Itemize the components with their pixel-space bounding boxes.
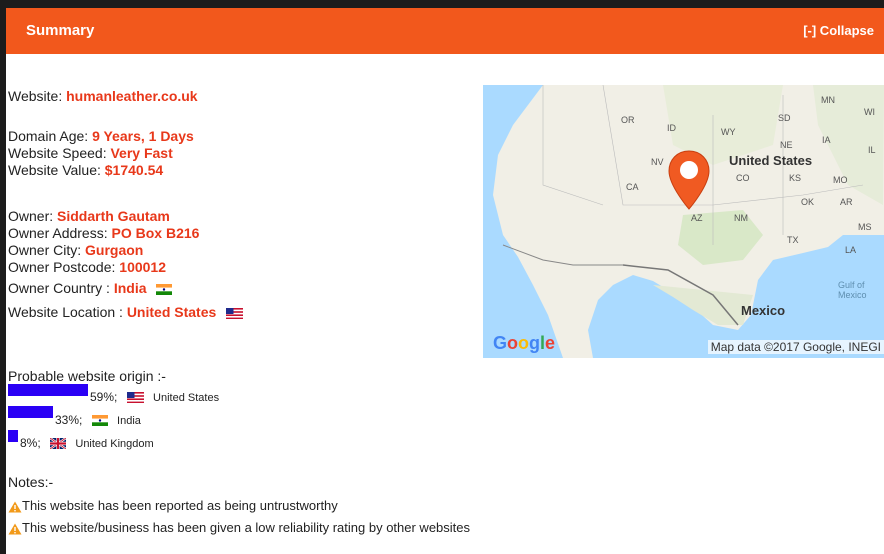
origin-percent: 8%; <box>20 436 41 450</box>
owner-row: Owner: Siddarth Gautam <box>8 208 170 225</box>
origin-country: United Kingdom <box>75 438 154 450</box>
website-location-value: United States <box>126 304 217 320</box>
warning-icon <box>8 501 22 513</box>
origin-bar-us <box>8 384 88 396</box>
postcode-row: Owner Postcode: 100012 <box>8 259 166 276</box>
owner-city-label: Owner City: <box>8 242 82 258</box>
origin-item-in: 33%; India <box>55 413 141 427</box>
owner-postcode-value: 100012 <box>119 259 166 275</box>
speed-value: Very Fast <box>110 145 173 161</box>
map-label: AZ <box>691 213 703 223</box>
map-label: TX <box>787 235 799 245</box>
map-label: WY <box>721 127 736 137</box>
map-attribution[interactable]: Map data ©2017 Google, INEGI <box>707 340 884 354</box>
map-label: MS <box>858 222 872 232</box>
website-value-label: Website Value: <box>8 162 101 178</box>
map-label: NE <box>780 140 793 150</box>
map-label: LA <box>845 245 857 255</box>
origin-country: India <box>117 415 141 427</box>
owner-address-label: Owner Address: <box>8 225 108 241</box>
map-label: MO <box>833 175 848 185</box>
collapse-button[interactable]: [-] Collapse <box>803 23 874 38</box>
value-row: Website Value: $1740.54 <box>8 162 163 179</box>
website-row: Website: humanleather.co.uk <box>8 88 198 105</box>
map-label: WI <box>864 107 875 117</box>
notes-heading: Notes:- <box>8 474 54 490</box>
map-label: NM <box>734 213 748 223</box>
country-row: Owner Country : India <box>8 280 173 297</box>
summary-header: Summary [-] Collapse <box>6 8 884 54</box>
map-label: IA <box>822 135 831 145</box>
note-item: This website/business has been given a l… <box>8 520 470 535</box>
owner-city-value: Gurgaon <box>85 242 144 258</box>
city-row: Owner City: Gurgaon <box>8 242 143 259</box>
owner-country-label: Owner Country : <box>8 280 110 296</box>
website-value-amount: $1740.54 <box>104 162 164 178</box>
map-label: SD <box>778 113 791 123</box>
map-water-label: Gulf of Mexico <box>838 280 867 300</box>
owner-address-value: PO Box B216 <box>111 225 200 241</box>
website-value[interactable]: humanleather.co.uk <box>66 88 197 104</box>
owner-label: Owner: <box>8 208 54 224</box>
map-country-label: United States <box>729 153 813 168</box>
summary-panel: Summary [-] Collapse Website: humanleath… <box>6 8 884 554</box>
location-map[interactable]: OR ID WY SD MN WI NE IA IL NV UT CO KS M… <box>483 85 884 358</box>
warning-icon <box>8 523 22 535</box>
origin-item-us: 59%; United States <box>90 390 219 404</box>
note-text: This website has been reported as being … <box>22 498 338 513</box>
origin-heading: Probable website origin :- <box>8 368 166 384</box>
speed-row: Website Speed: Very Fast <box>8 145 173 162</box>
location-row: Website Location : United States <box>8 304 244 321</box>
flag-us-icon <box>226 307 244 319</box>
note-text: This website/business has been given a l… <box>22 520 471 535</box>
map-country-label: Mexico <box>741 303 786 318</box>
speed-label: Website Speed: <box>8 145 107 161</box>
map-label: IL <box>868 145 876 155</box>
map-label: OK <box>801 197 815 207</box>
map-label: CA <box>626 182 639 192</box>
map-label: NV <box>651 157 664 167</box>
map-label: MN <box>821 95 835 105</box>
map-label: AR <box>840 197 853 207</box>
summary-title: Summary <box>26 22 95 39</box>
origin-bar-in <box>8 406 53 418</box>
address-row: Owner Address: PO Box B216 <box>8 225 199 242</box>
owner-postcode-label: Owner Postcode: <box>8 259 116 275</box>
flag-us-icon <box>126 392 144 404</box>
flag-india-icon <box>156 283 173 295</box>
map-label: ID <box>667 123 676 133</box>
domain-age-row: Domain Age: 9 Years, 1 Days <box>8 128 194 145</box>
origin-bar-uk <box>8 430 18 442</box>
map-label: CO <box>736 173 750 183</box>
owner-value: Siddarth Gautam <box>57 208 170 224</box>
domain-age-label: Domain Age: <box>8 128 89 144</box>
origin-percent: 59%; <box>90 390 118 404</box>
map-land <box>493 85 884 358</box>
origin-percent: 33%; <box>55 413 83 427</box>
flag-india-icon <box>91 415 108 427</box>
map-label: KS <box>789 173 802 183</box>
website-label: Website: <box>8 88 63 104</box>
origin-item-uk: 8%; United Kingdom <box>20 436 154 450</box>
domain-age-value: 9 Years, 1 Days <box>92 128 194 144</box>
flag-uk-icon <box>50 438 67 450</box>
origin-country: United States <box>153 392 220 404</box>
website-location-label: Website Location : <box>8 304 123 320</box>
owner-country-value: India <box>113 280 147 296</box>
map-label: OR <box>621 115 635 125</box>
map-pin-icon[interactable] <box>667 149 711 213</box>
google-logo: Google <box>493 333 556 353</box>
note-item: This website has been reported as being … <box>8 498 338 513</box>
